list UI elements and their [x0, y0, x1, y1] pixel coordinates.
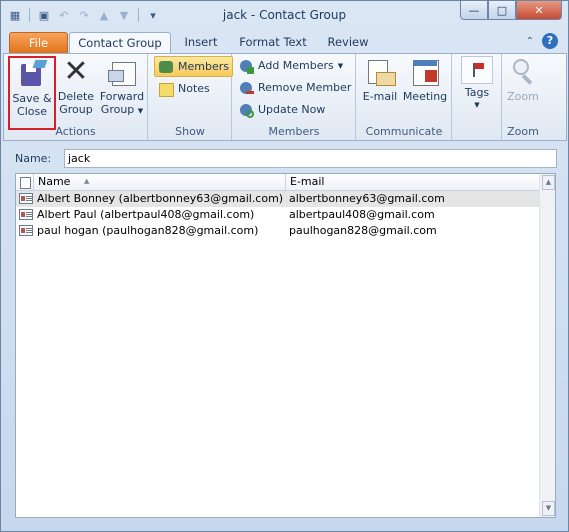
member-name: Albert Bonney (albertbonney63@gmail.com) [37, 192, 284, 205]
update-now-button[interactable]: Update Now [238, 100, 325, 119]
maximize-button[interactable]: □ [488, 1, 516, 20]
tags-button[interactable]: Tags ▼ [458, 56, 496, 112]
email-icon [364, 56, 396, 88]
ribbon-tabs: File Contact Group Insert Format Text Re… [1, 29, 568, 54]
delete-icon: ✕ [63, 54, 89, 89]
flag-icon [461, 56, 493, 84]
add-members-icon [238, 58, 254, 74]
sort-arrow-icon: ▲ [84, 177, 90, 185]
tags-group: Tags ▼ [453, 54, 502, 140]
tab-format-text[interactable]: Format Text [235, 32, 311, 52]
delete-label-2: Group [59, 103, 93, 116]
tab-row-icons: ⌃ ? [526, 33, 558, 49]
forward-label-2-row: Group ▼ [98, 103, 146, 118]
member-name: Albert Paul (albertpaul408@gmail.com) [37, 208, 255, 221]
email-label: E-mail [362, 90, 398, 103]
ribbon: Save & Close ✕ Delete Group Forward Grou… [3, 53, 567, 141]
name-header-label: Name [38, 175, 71, 188]
vertical-scrollbar[interactable]: ▲ ▼ [539, 174, 555, 517]
contact-card-icon [19, 193, 33, 204]
magnifier-icon [507, 56, 539, 88]
members-group: Add Members ▼ Remove Member Update Now M… [233, 54, 356, 140]
forward-group-button[interactable]: Forward Group ▼ [98, 56, 146, 118]
member-email: albertbonney63@gmail.com [289, 192, 445, 205]
save-close-label-2: Close [17, 105, 47, 118]
contact-card-icon [19, 225, 33, 236]
members-button[interactable]: Members [154, 56, 233, 77]
document-icon [20, 177, 31, 189]
delete-label-1: Delete [57, 90, 95, 103]
meeting-icon [409, 56, 441, 88]
dropdown-arrow-icon: ▼ [137, 107, 144, 115]
members-label: Members [178, 60, 229, 73]
close-button[interactable]: ✕ [516, 1, 562, 20]
email-column-header[interactable]: E-mail [285, 174, 544, 190]
actions-group-label: Actions [55, 125, 96, 138]
delete-group-button[interactable]: ✕ Delete Group [56, 54, 96, 117]
email-button[interactable]: E-mail [361, 56, 399, 103]
dropdown-arrow-icon: ▼ [337, 61, 344, 70]
meeting-label: Meeting [402, 90, 448, 103]
zoom-label: Zoom [507, 90, 539, 103]
title-bar: ▦ ▣ ↶ ↷ ▲ ▼ ▾ jack - Contact Group — □ ✕ [1, 1, 568, 29]
icon-column-header[interactable] [19, 174, 33, 190]
minimize-ribbon-icon[interactable]: ⌃ [526, 36, 534, 47]
update-now-icon [238, 102, 254, 118]
name-row: Name: jack [1, 144, 568, 172]
window-controls: — □ ✕ [460, 1, 562, 20]
member-email: paulhogan828@gmail.com [289, 224, 437, 237]
forward-icon [106, 56, 138, 88]
tab-insert[interactable]: Insert [179, 32, 223, 52]
name-label: Name: [15, 152, 52, 165]
tab-file[interactable]: File [9, 32, 68, 53]
remove-member-label: Remove Member [258, 81, 352, 94]
notes-icon [158, 81, 174, 97]
tab-review[interactable]: Review [321, 32, 375, 52]
minimize-button[interactable]: — [460, 1, 488, 20]
zoom-button[interactable]: Zoom [504, 56, 542, 103]
add-members-label: Add Members [258, 59, 334, 72]
add-members-button[interactable]: Add Members ▼ [238, 56, 343, 75]
show-group: Members Notes Show [149, 54, 233, 140]
member-name: paul hogan (paulhogan828@gmail.com) [37, 224, 259, 237]
list-header: Name ▲ E-mail [16, 174, 539, 191]
tab-contact-group[interactable]: Contact Group [69, 32, 171, 54]
member-email: albertpaul408@gmail.com [289, 208, 435, 221]
remove-member-button[interactable]: Remove Member [238, 78, 351, 97]
actions-group: Save & Close ✕ Delete Group Forward Grou… [4, 54, 148, 140]
forward-label-1: Forward [99, 90, 145, 103]
save-close-button[interactable]: Save & Close [8, 56, 56, 130]
help-icon[interactable]: ? [542, 33, 558, 49]
communicate-group: E-mail Meeting Communicate [357, 54, 452, 140]
show-group-label: Show [175, 125, 205, 138]
members-icon [158, 59, 174, 75]
notes-label: Notes [178, 82, 210, 95]
dropdown-arrow-icon: ▼ [474, 101, 480, 109]
notes-button[interactable]: Notes [158, 79, 210, 98]
contact-group-window: ▦ ▣ ↶ ↷ ▲ ▼ ▾ jack - Contact Group — □ ✕… [0, 0, 569, 532]
forward-label-2: Group [100, 103, 135, 116]
save-close-label-1: Save & [12, 92, 52, 105]
name-column-header[interactable]: Name ▲ [33, 174, 288, 190]
remove-member-icon [238, 80, 254, 96]
table-row[interactable]: paul hogan (paulhogan828@gmail.com) paul… [16, 223, 539, 239]
name-input[interactable]: jack [64, 149, 557, 168]
save-close-icon [16, 58, 48, 90]
communicate-group-label: Communicate [365, 125, 443, 138]
table-row[interactable]: Albert Bonney (albertbonney63@gmail.com)… [16, 191, 539, 207]
scroll-up-icon[interactable]: ▲ [542, 175, 555, 190]
contact-card-icon [19, 209, 33, 220]
members-list: Name ▲ E-mail Albert Bonney (albertbonne… [15, 173, 556, 518]
zoom-group-label: Zoom [507, 125, 539, 138]
zoom-group: Zoom Zoom [503, 54, 543, 140]
update-now-label: Update Now [258, 103, 326, 116]
table-row[interactable]: Albert Paul (albertpaul408@gmail.com) al… [16, 207, 539, 223]
tags-label: Tags [464, 86, 490, 99]
members-group-label: Members [268, 125, 320, 138]
scroll-down-icon[interactable]: ▼ [542, 501, 555, 516]
meeting-button[interactable]: Meeting [401, 56, 449, 103]
